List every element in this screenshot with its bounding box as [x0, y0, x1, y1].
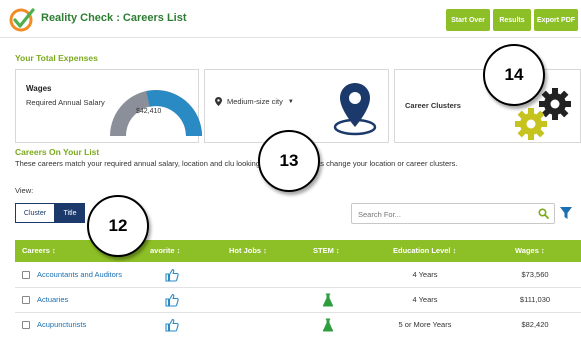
view-cluster-toggle[interactable]: Cluster: [15, 203, 55, 223]
app-header: Reality Check : Careers List Start Over …: [0, 0, 581, 38]
location-select[interactable]: Medium-size city ▼: [215, 97, 294, 106]
education-cell: 4 Years: [412, 295, 438, 304]
start-over-button[interactable]: Start Over: [446, 9, 490, 31]
table-row: Acupuncturists 5 or More Years $82,420: [15, 313, 581, 337]
check-logo-icon: [9, 8, 35, 32]
career-clusters-label: Career Clusters: [405, 101, 461, 110]
wages-cell: $111,030: [519, 295, 551, 304]
thumbs-up-icon[interactable]: [165, 268, 179, 282]
thumbs-up-icon[interactable]: [165, 293, 179, 307]
location-value: Medium-size city: [227, 97, 283, 106]
view-label: View:: [15, 186, 34, 195]
education-cell: 4 Years: [412, 270, 438, 279]
callout-13: 13: [258, 130, 320, 192]
col-stem[interactable]: STEM ↕: [313, 246, 340, 255]
careers-title: Careers On Your List: [15, 147, 100, 157]
education-cell: 5 or More Years: [398, 320, 452, 329]
view-title-toggle[interactable]: Title: [55, 203, 85, 223]
row-checkbox[interactable]: [22, 296, 30, 304]
row-checkbox[interactable]: [22, 271, 30, 279]
callout-14: 14: [483, 44, 545, 106]
chevron-down-icon: ▼: [287, 98, 294, 105]
callout-12: 12: [87, 195, 149, 257]
wages-title: Wages: [26, 84, 52, 93]
wages-cell: $73,560: [521, 270, 549, 279]
stem-flask-icon: [322, 293, 334, 307]
expenses-title: Your Total Expenses: [15, 53, 98, 63]
career-link[interactable]: Actuaries: [37, 295, 68, 304]
gauge-value: $42,410: [136, 108, 162, 115]
wages-cell: $82,420: [521, 320, 549, 329]
filter-icon[interactable]: [559, 205, 573, 221]
wages-card: Wages Required Annual Salary $42,410: [15, 69, 202, 143]
career-link[interactable]: Accountants and Auditors: [37, 270, 122, 279]
map-pin-icon: [333, 83, 377, 136]
row-checkbox[interactable]: [22, 321, 30, 329]
col-careers[interactable]: Careers ↕: [22, 246, 56, 255]
col-wages[interactable]: Wages ↕: [515, 246, 545, 255]
small-pin-icon: [215, 97, 222, 106]
search-icon[interactable]: [538, 208, 549, 219]
search-input[interactable]: [352, 205, 532, 224]
col-education[interactable]: Education Level ↕: [393, 246, 456, 255]
table-row: Actuaries 4 Years $111,030: [15, 288, 581, 313]
thumbs-up-icon[interactable]: [165, 318, 179, 332]
wages-subtitle: Required Annual Salary: [26, 98, 105, 107]
col-favorite[interactable]: avorite ↕: [150, 246, 180, 255]
search-box: [351, 203, 555, 224]
stem-flask-icon: [322, 318, 334, 332]
page-title: Reality Check : Careers List: [41, 12, 187, 24]
career-link[interactable]: Acupuncturists: [37, 320, 86, 329]
col-hot-jobs[interactable]: Hot Jobs ↕: [229, 246, 267, 255]
export-pdf-button[interactable]: Export PDF: [534, 9, 578, 31]
table-row: Accountants and Auditors 4 Years $73,560: [15, 263, 581, 288]
results-button[interactable]: Results: [493, 9, 531, 31]
